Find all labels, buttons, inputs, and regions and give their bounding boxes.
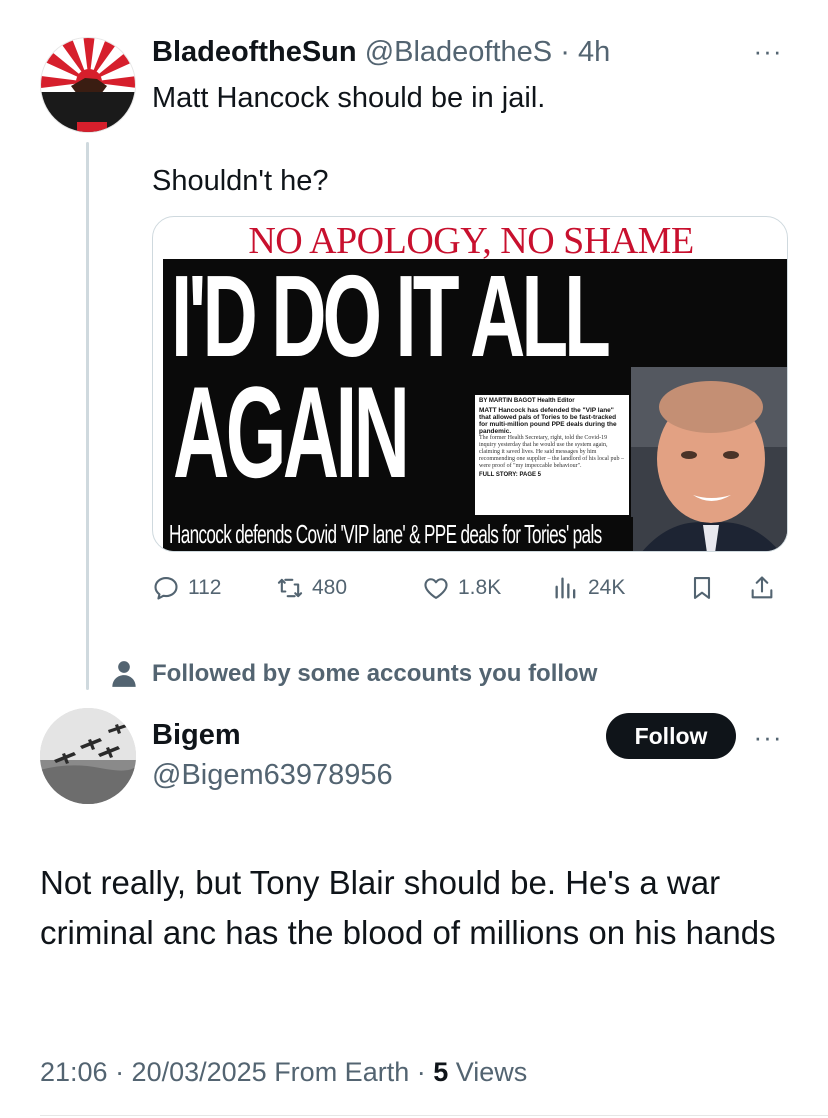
article-byline: BY MARTIN BAGOT Health Editor: [479, 398, 575, 404]
tweet-time[interactable]: 4h: [578, 36, 610, 68]
views-icon: [555, 577, 576, 599]
more-icon[interactable]: ···: [748, 36, 788, 66]
repost-icon: [277, 578, 303, 598]
more-icon[interactable]: ···: [748, 722, 788, 752]
like-button[interactable]: 1.8K: [422, 568, 501, 608]
reply-views-label: Views: [448, 1057, 528, 1087]
tweet-header: BladeoftheSun @BladeoftheS · 4h: [152, 34, 610, 70]
tweet-action-bar: 112 480 1.8K 24K: [152, 568, 792, 608]
bookmark-icon: [693, 577, 711, 599]
article-lead: MATT Hancock has defended the "VIP lane"…: [479, 407, 617, 435]
follow-button[interactable]: Follow: [606, 713, 736, 759]
reply-views-count: 5: [433, 1057, 449, 1087]
person-icon: [112, 661, 136, 687]
reply-author-handle[interactable]: @Bigem63978956: [152, 757, 393, 793]
like-count: 1.8K: [458, 576, 502, 599]
reply-author-name[interactable]: Bigem: [152, 717, 241, 753]
reply-button[interactable]: 112: [152, 568, 221, 608]
reply-count: 112: [188, 576, 222, 599]
newspaper-big-headline-2: AGAIN: [173, 359, 410, 505]
reply-meta: 21:06 · 20/03/2025 From Earth · 5 Views: [40, 1054, 527, 1090]
like-icon: [424, 578, 448, 599]
repost-count: 480: [312, 576, 348, 599]
author-avatar[interactable]: [40, 37, 136, 133]
bookmark-button[interactable]: [688, 568, 724, 608]
reply-timestamp[interactable]: 21:06 · 20/03/2025 From Earth ·: [40, 1057, 433, 1087]
tweet-text-line2: Shouldn't he?: [152, 165, 329, 197]
reply-text: Not really, but Tony Blair should be. He…: [40, 864, 776, 951]
thread-line: [86, 142, 89, 690]
newspaper-article-column: BY MARTIN BAGOT Health Editor MATT Hanco…: [475, 395, 629, 515]
separator-dot: ·: [560, 36, 570, 68]
author-name[interactable]: BladeoftheSun: [152, 36, 357, 68]
reply-icon: [154, 577, 178, 600]
repost-button[interactable]: 480: [276, 568, 347, 608]
article-full-story: FULL STORY: PAGE 5: [479, 472, 542, 478]
article-body: The former Health Secretary, right, told…: [479, 435, 624, 469]
newspaper-strapline: Hancock defends Covid 'VIP lane' & PPE d…: [169, 519, 602, 549]
reply-author-avatar[interactable]: [40, 708, 136, 804]
author-handle[interactable]: @BladeoftheS: [365, 36, 552, 68]
social-context[interactable]: Followed by some accounts you follow: [112, 656, 597, 692]
tweet-media-image[interactable]: NO APOLOGY, NO SHAME I'D DO IT ALL AGAIN…: [152, 216, 788, 552]
divider: [40, 1115, 828, 1116]
share-button[interactable]: [748, 568, 784, 608]
social-context-text: Followed by some accounts you follow: [152, 660, 598, 687]
tweet-text-line1: Matt Hancock should be in jail.: [152, 82, 546, 114]
views-count: 24K: [588, 576, 626, 599]
share-icon: [751, 576, 773, 599]
newspaper-photo: [631, 367, 787, 551]
newspaper-big-headline-1: I'D DO IT ALL: [171, 251, 611, 381]
views-button[interactable]: 24K: [552, 568, 625, 608]
